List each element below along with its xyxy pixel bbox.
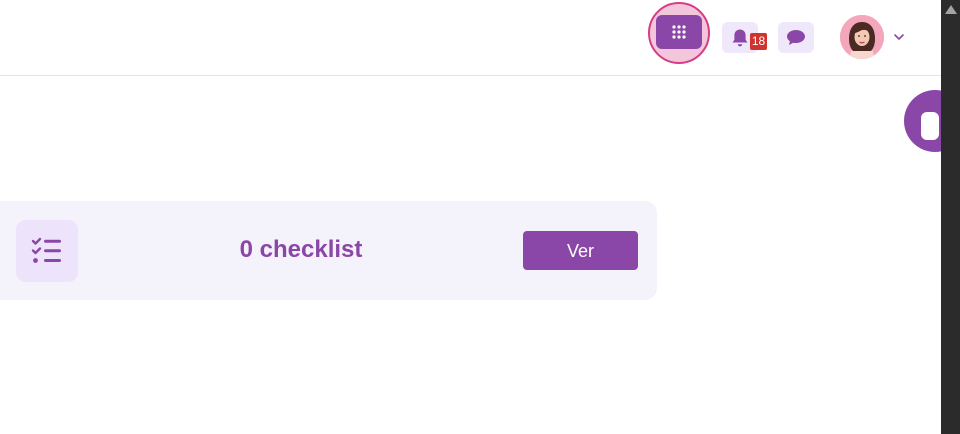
checklist-icon-box	[16, 220, 78, 282]
messages-button[interactable]	[778, 22, 814, 53]
user-avatar[interactable]	[840, 15, 884, 59]
checklist-icon	[31, 237, 61, 263]
chevron-down-icon[interactable]	[893, 31, 905, 43]
view-checklist-button[interactable]: Ver	[523, 231, 638, 270]
avatar-photo	[840, 15, 884, 59]
top-bar: 18	[0, 0, 941, 76]
checklist-count-title: 0 checklist	[239, 236, 363, 263]
scroll-up-arrow-icon[interactable]	[945, 5, 957, 14]
page: 18 0 checklist Ver	[0, 0, 960, 434]
notifications-badge: 18	[750, 33, 767, 50]
apps-menu-button[interactable]	[656, 15, 702, 49]
chat-bubble-icon	[787, 30, 805, 45]
apps-grid-icon	[672, 25, 686, 39]
vertical-scrollbar[interactable]	[941, 0, 960, 434]
floating-button-glyph	[921, 112, 939, 140]
bell-icon	[732, 29, 748, 46]
